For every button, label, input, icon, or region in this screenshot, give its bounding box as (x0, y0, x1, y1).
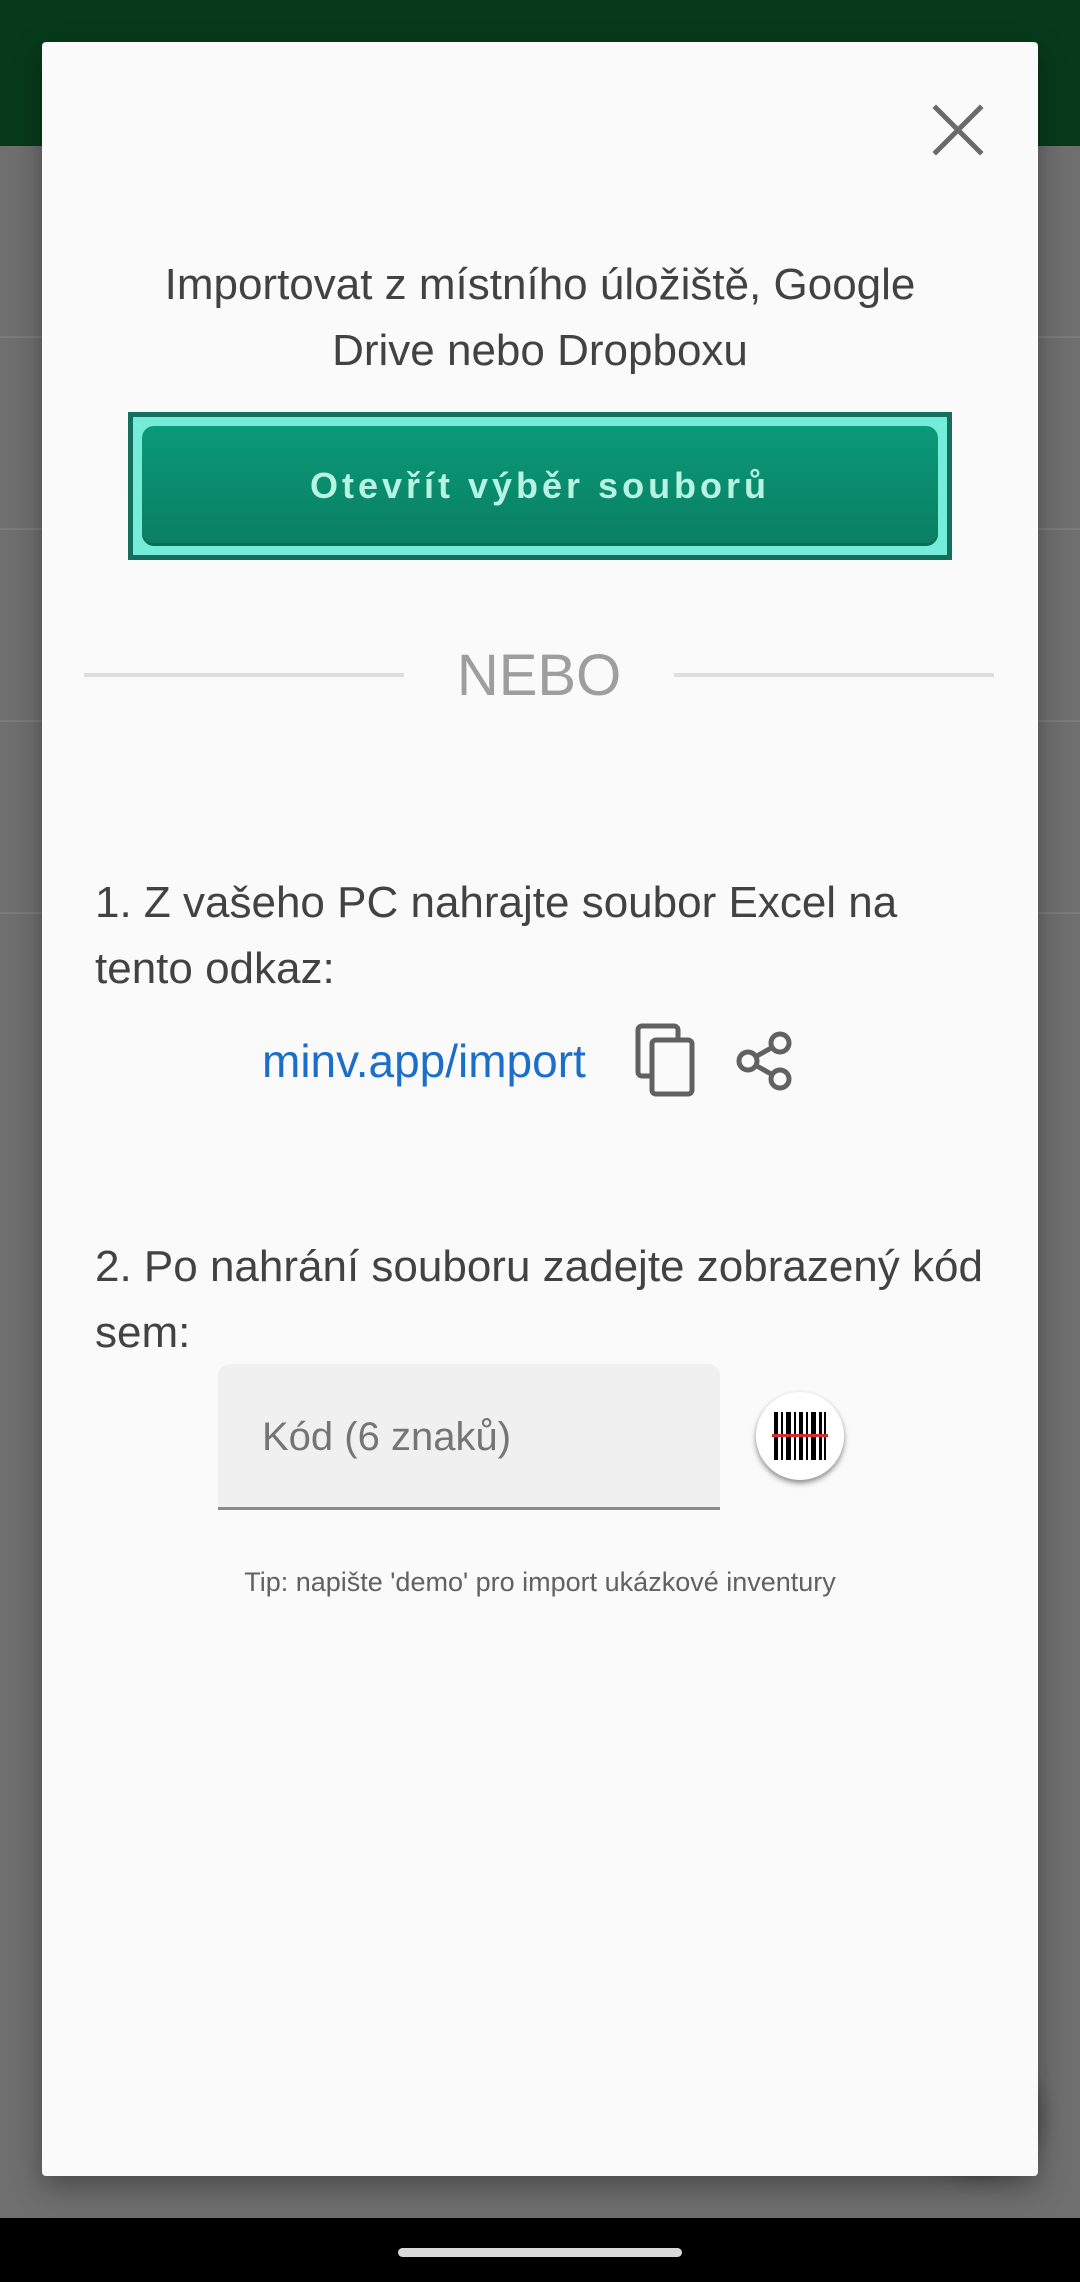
open-file-picker-button[interactable]: Otevřít výběr souborů (142, 426, 938, 546)
close-icon (932, 104, 984, 156)
import-link[interactable]: minv.app/import (262, 1028, 586, 1094)
divider-right (674, 673, 994, 677)
step1-instruction: 1. Z vašeho PC nahrajte soubor Excel na … (95, 878, 898, 993)
copy-button[interactable] (632, 1022, 698, 1098)
step2-instruction: 2. Po nahrání souboru zadejte zobrazený … (95, 1242, 983, 1357)
demo-tip: Tip: napište 'demo' pro import ukázkové … (244, 1567, 836, 1597)
home-gesture-handle[interactable] (398, 2248, 682, 2257)
or-separator: NEBO (456, 643, 622, 708)
close-button[interactable] (922, 94, 994, 166)
import-link-row: minv.app/import (262, 1022, 902, 1102)
code-input[interactable] (260, 1400, 684, 1474)
share-icon (736, 1031, 792, 1091)
share-button[interactable] (734, 1030, 796, 1092)
import-heading: Importovat z místního úložiště, Google D… (164, 260, 916, 375)
open-picker-focus-ring: Otevřít výběr souborů (128, 412, 952, 560)
code-field (218, 1364, 720, 1510)
import-dialog: Importovat z místního úložiště, Google D… (42, 42, 1038, 2176)
divider-left (84, 673, 404, 677)
copy-icon (635, 1023, 695, 1097)
barcode-scan-icon (772, 1412, 828, 1460)
scan-barcode-button[interactable] (756, 1392, 844, 1480)
